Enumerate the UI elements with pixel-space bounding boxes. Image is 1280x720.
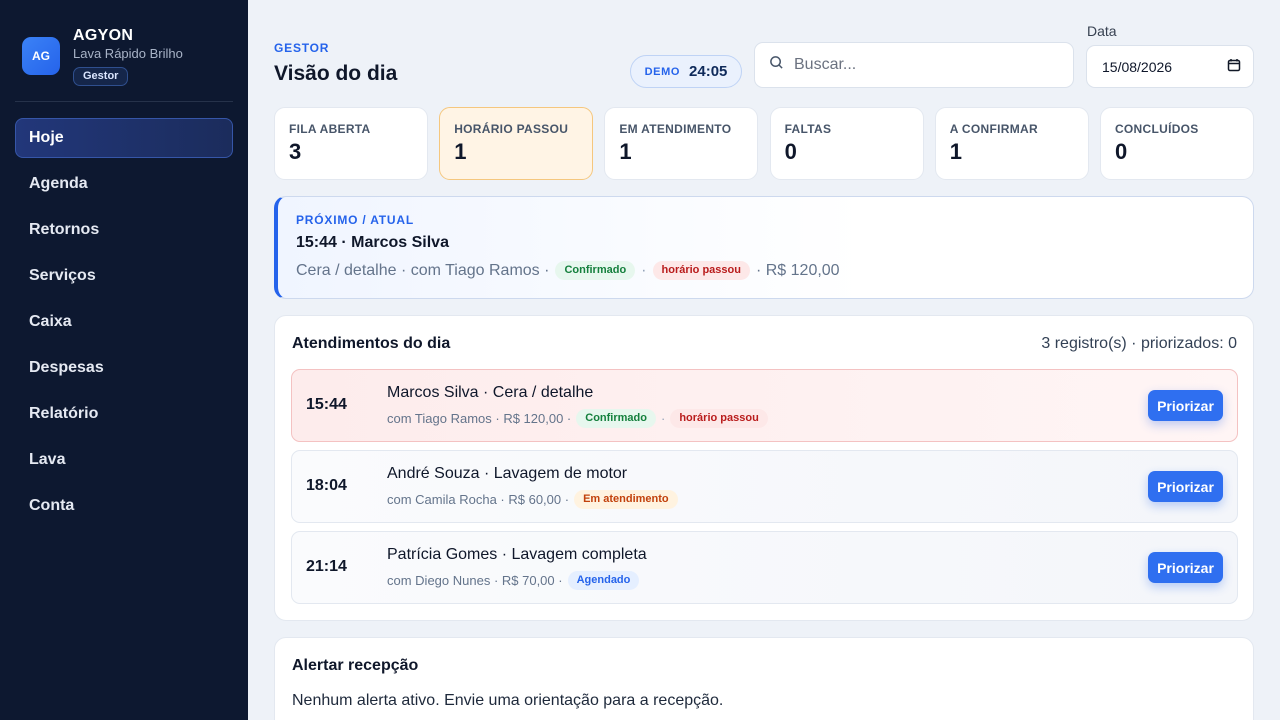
search-box	[754, 42, 1074, 88]
next-eyebrow: PRÓXIMO / ATUAL	[296, 213, 414, 227]
row-time: 18:04	[306, 477, 347, 494]
brand-subtitle: Lava Rápido Brilho	[73, 46, 183, 61]
search-input[interactable]	[794, 56, 1064, 74]
stat-card-faltas: FALTAS 0	[769, 107, 924, 180]
row-details: com Diego Nunes · R$ 70,00 ·	[387, 573, 563, 588]
alert-text: Nenhum alerta ativo. Envie uma orientaçã…	[292, 692, 724, 709]
stat-card-horario-passou: HORÁRIO PASSOU 1	[439, 107, 594, 180]
appointments-count: 3 registro(s) · priorizados: 0	[1041, 335, 1237, 352]
sidebar-item-agenda[interactable]: Agenda	[15, 164, 233, 204]
table-row: 21:14 Patrícia Gomes · Lavagem completa …	[291, 531, 1238, 604]
prioritize-button[interactable]: Priorizar	[1148, 471, 1223, 502]
stat-label: A CONFIRMAR	[949, 122, 1038, 136]
demo-timer: DEMO 24:05	[630, 55, 742, 88]
stat-value: 0	[1114, 139, 1128, 164]
next-service: Cera / detalhe · com Tiago Ramos ·	[296, 261, 550, 279]
row-title: Marcos Silva · Cera / detalhe	[387, 384, 594, 401]
stats-row: FILA ABERTA 3 HORÁRIO PASSOU 1 EM ATENDI…	[274, 107, 1254, 180]
separator: ·	[641, 261, 647, 279]
next-title: 15:44 · Marcos Silva	[296, 234, 449, 251]
next-appointment-card: PRÓXIMO / ATUAL 15:44 · Marcos Silva Cer…	[274, 196, 1254, 299]
prioritize-button[interactable]: Priorizar	[1148, 552, 1223, 583]
stat-value: 3	[289, 139, 302, 164]
row-time: 15:44	[306, 396, 347, 413]
status-badge-horario-passou: horário passou	[670, 409, 768, 428]
status-badge-confirmado: Confirmado	[576, 409, 656, 428]
sidebar-divider	[15, 101, 233, 102]
brand-logo: AG	[22, 37, 60, 75]
next-meta: Cera / detalhe · com Tiago Ramos · Confi…	[296, 261, 1235, 280]
stat-label: CONCLUÍDOS	[1114, 122, 1199, 136]
main-content: GESTOR Visão do dia DEMO 24:05 Data 15/0…	[248, 0, 1280, 720]
demo-time: 24:05	[689, 63, 728, 80]
sidebar-item-relatorio[interactable]: Relatório	[15, 394, 233, 434]
alert-panel: Alertar recepção Nenhum alerta ativo. En…	[274, 637, 1254, 720]
sidebar-item-caixa[interactable]: Caixa	[15, 302, 233, 342]
stat-value: 1	[454, 139, 467, 164]
row-time: 21:14	[306, 558, 347, 575]
stat-label: EM ATENDIMENTO	[619, 122, 732, 136]
stat-label: FALTAS	[784, 122, 832, 136]
date-input[interactable]: 15/08/2026	[1086, 45, 1254, 88]
calendar-icon[interactable]	[1227, 58, 1241, 75]
sidebar-item-retornos[interactable]: Retornos	[15, 210, 233, 250]
sidebar: AG AGYON Lava Rápido Brilho Gestor Hoje …	[0, 0, 248, 720]
stat-card-em-atendimento: EM ATENDIMENTO 1	[604, 107, 759, 180]
row-title: Patrícia Gomes · Lavagem completa	[387, 546, 647, 563]
date-label: Data	[1087, 23, 1117, 39]
status-badge-em-atendimento: Em atendimento	[574, 490, 678, 509]
stat-label: HORÁRIO PASSOU	[454, 122, 569, 136]
row-meta: com Diego Nunes · R$ 70,00 · Agendado	[387, 571, 640, 590]
appointments-panel: Atendimentos do dia 3 registro(s) · prio…	[274, 315, 1254, 621]
row-meta: com Tiago Ramos · R$ 120,00 · Confirmado…	[387, 409, 768, 428]
date-value: 15/08/2026	[1102, 58, 1173, 75]
role-badge: Gestor	[73, 67, 129, 86]
status-badge-confirmado: Confirmado	[555, 261, 636, 280]
stat-card-a-confirmar: A CONFIRMAR 1	[934, 107, 1089, 180]
status-badge-horario-passou: horário passou	[652, 261, 750, 280]
appointments-title: Atendimentos do dia	[292, 335, 451, 352]
stat-card-concluidos: CONCLUÍDOS 0	[1099, 107, 1254, 180]
stat-value: 0	[784, 139, 797, 164]
stat-card-fila-aberta: FILA ABERTA 3	[274, 107, 428, 180]
sidebar-item-servicos[interactable]: Serviços	[15, 256, 233, 296]
row-details: com Tiago Ramos · R$ 120,00 ·	[387, 411, 572, 426]
search-icon	[769, 55, 784, 75]
status-badge-agendado: Agendado	[567, 571, 640, 590]
stat-value: 1	[949, 139, 962, 164]
demo-label: DEMO	[644, 65, 681, 78]
sidebar-nav: Hoje Agenda Retornos Serviços Caixa Desp…	[15, 118, 233, 532]
brand: AG AGYON Lava Rápido Brilho Gestor	[22, 27, 183, 86]
sidebar-item-hoje[interactable]: Hoje	[15, 118, 233, 158]
separator: ·	[660, 411, 666, 426]
next-price: · R$ 120,00	[755, 261, 840, 279]
header-eyebrow: GESTOR	[274, 41, 330, 55]
table-row: 18:04 André Souza · Lavagem de motor com…	[291, 450, 1238, 523]
table-row: 15:44 Marcos Silva · Cera / detalhe com …	[291, 369, 1238, 442]
row-meta: com Camila Rocha · R$ 60,00 · Em atendim…	[387, 490, 678, 509]
sidebar-item-conta[interactable]: Conta	[15, 486, 233, 526]
page-title: Visão do dia	[274, 62, 398, 85]
brand-name: AGYON	[73, 27, 134, 44]
row-title: André Souza · Lavagem de motor	[387, 465, 628, 482]
sidebar-item-despesas[interactable]: Despesas	[15, 348, 233, 388]
prioritize-button[interactable]: Priorizar	[1148, 390, 1223, 421]
stat-label: FILA ABERTA	[289, 122, 371, 136]
sidebar-item-lava[interactable]: Lava	[15, 440, 233, 480]
alert-title: Alertar recepção	[292, 657, 419, 674]
stat-value: 1	[619, 139, 632, 164]
row-details: com Camila Rocha · R$ 60,00 ·	[387, 492, 570, 507]
